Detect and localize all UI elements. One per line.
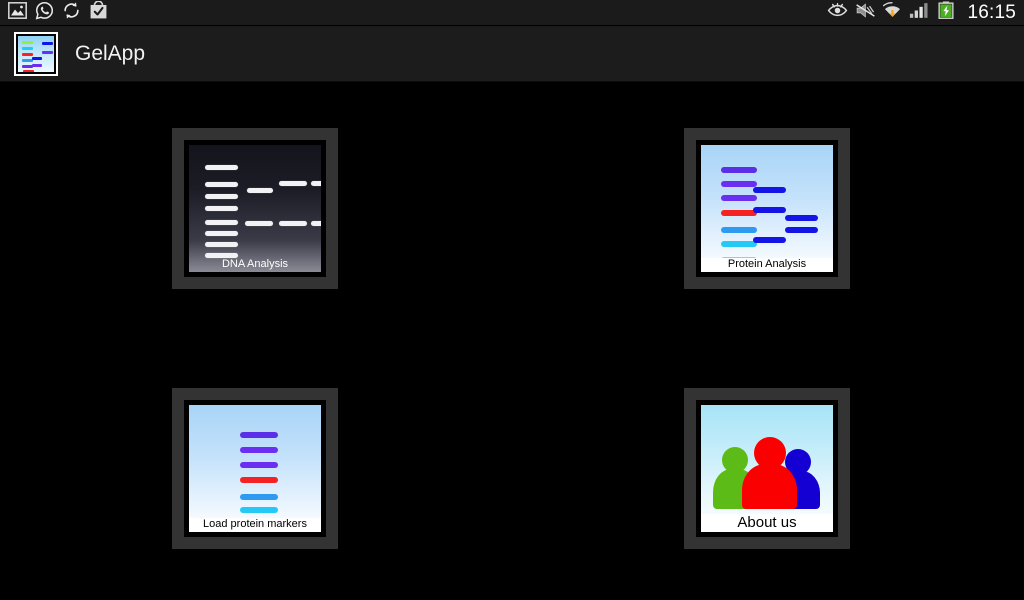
app-title: GelApp (75, 41, 146, 65)
logo-band (32, 63, 42, 67)
status-bar-system-icons: 16:15 (827, 1, 1016, 24)
cellular-signal-icon (909, 2, 931, 24)
logo-band (23, 69, 34, 72)
tile-about-us-frame: About us (696, 400, 838, 537)
protein-ladder-band (721, 227, 757, 233)
dna-sample-band (247, 188, 273, 193)
marker-band (240, 477, 278, 483)
marker-band (240, 494, 278, 500)
dna-sample-band (279, 221, 307, 226)
tile-protein-analysis[interactable]: Protein Analysis (684, 128, 850, 289)
logo-band (42, 50, 53, 54)
protein-ladder-band (721, 167, 757, 173)
logo-band (42, 41, 53, 45)
people-group-icon (701, 405, 833, 532)
tile-label-about-us: About us (701, 514, 833, 531)
marker-ladder-image (189, 405, 321, 532)
dna-ladder-band (205, 231, 238, 236)
protein-ladder-band (721, 181, 757, 187)
protein-sample-band (785, 227, 818, 233)
smart-stay-eye-icon (827, 2, 848, 24)
dna-sample-band (311, 221, 321, 226)
dna-ladder-band (205, 194, 238, 199)
whatsapp-icon (35, 1, 54, 25)
home-grid: DNA Analysis Protein Analysis Load prote… (0, 82, 1024, 600)
gelapp-logo-icon (14, 31, 58, 76)
tile-label-load-protein-markers: Load protein markers (189, 518, 321, 530)
action-bar: GelApp (0, 26, 1024, 82)
sync-icon (62, 1, 81, 25)
tile-label-protein-analysis: Protein Analysis (701, 258, 833, 270)
marker-band (240, 507, 278, 513)
purchase-check-icon (89, 0, 108, 25)
dna-ladder-band (205, 165, 238, 170)
marker-band (240, 462, 278, 468)
protein-gel-image (701, 145, 833, 272)
dna-ladder-band (205, 182, 238, 187)
wifi-icon (883, 1, 902, 24)
tile-dna-analysis-frame: DNA Analysis (184, 140, 326, 277)
logo-band (22, 40, 33, 44)
protein-sample-band (753, 207, 786, 213)
logo-band (22, 46, 33, 50)
tile-load-protein-markers-frame: Load protein markers (184, 400, 326, 537)
logo-band (22, 52, 33, 56)
protein-sample-band (753, 187, 786, 193)
tile-dna-analysis[interactable]: DNA Analysis (172, 128, 338, 289)
protein-sample-band (753, 237, 786, 243)
dna-sample-band (245, 221, 273, 226)
logo-band (32, 56, 42, 60)
status-bar-clock: 16:15 (967, 1, 1016, 23)
app-root: 16:15 GelApp DNA Analysis Protein Analys… (0, 0, 1024, 600)
protein-sample-band (785, 215, 818, 221)
protein-ladder-band (721, 195, 757, 201)
status-bar: 16:15 (0, 0, 1024, 26)
protein-ladder-band (721, 210, 757, 216)
sound-muted-icon (855, 2, 876, 24)
gelapp-logo-art (18, 35, 54, 72)
dna-ladder-band (205, 220, 238, 225)
dna-sample-band (279, 181, 307, 186)
marker-band (240, 447, 278, 453)
protein-ladder-band (721, 241, 757, 247)
dna-ladder-band (205, 242, 238, 247)
battery-charging-icon (938, 1, 955, 24)
gallery-image-icon (8, 1, 27, 24)
tile-protein-analysis-frame: Protein Analysis (696, 140, 838, 277)
dna-sample-band (311, 181, 321, 186)
person-red (742, 437, 798, 509)
tile-label-dna-analysis: DNA Analysis (221, 258, 289, 270)
tile-load-protein-markers[interactable]: Load protein markers (172, 388, 338, 549)
tile-about-us[interactable]: About us (684, 388, 850, 549)
person-red-body (742, 464, 797, 509)
status-bar-notifications (8, 0, 108, 25)
dna-ladder-band (205, 206, 238, 211)
marker-band (240, 432, 278, 438)
dna-gel-image (189, 145, 321, 272)
